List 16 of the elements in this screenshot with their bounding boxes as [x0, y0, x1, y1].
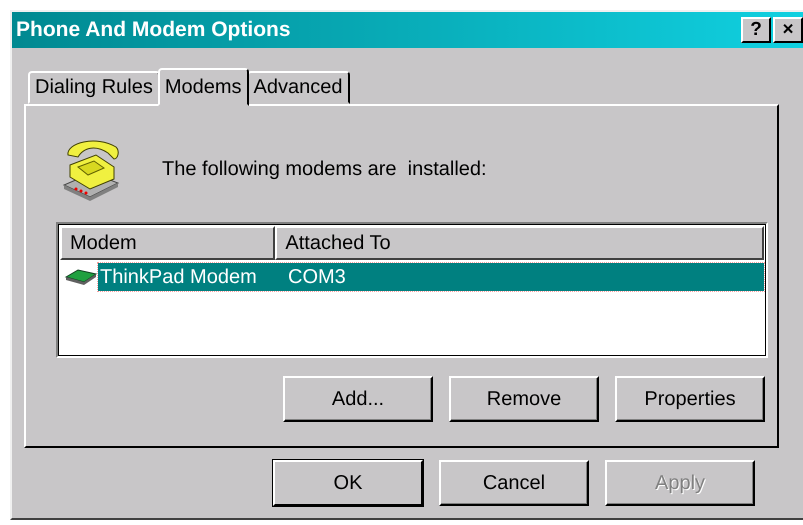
dialog-button[interactable]: OK [273, 460, 423, 506]
tab[interactable]: Modems [158, 68, 249, 106]
panel-button[interactable]: Properties [615, 376, 765, 422]
modem-icon [64, 268, 98, 286]
list-row[interactable]: ThinkPad Modem COM3 [98, 263, 764, 291]
tab[interactable]: Advanced [246, 71, 350, 104]
help-button[interactable]: ? [741, 17, 771, 43]
panel-button[interactable]: Add... [283, 376, 433, 422]
tab[interactable]: Dialing Rules [28, 71, 160, 104]
panel-button[interactable]: Remove [449, 376, 599, 422]
column-header[interactable]: Attached To [275, 226, 764, 260]
column-header[interactable]: Modem [60, 226, 276, 260]
close-button[interactable]: × [773, 17, 803, 43]
intro-text: The following modems are installed: [162, 158, 487, 180]
window-title: Phone And Modem Options [16, 18, 291, 42]
dialog-button[interactable]: Cancel [439, 460, 589, 506]
